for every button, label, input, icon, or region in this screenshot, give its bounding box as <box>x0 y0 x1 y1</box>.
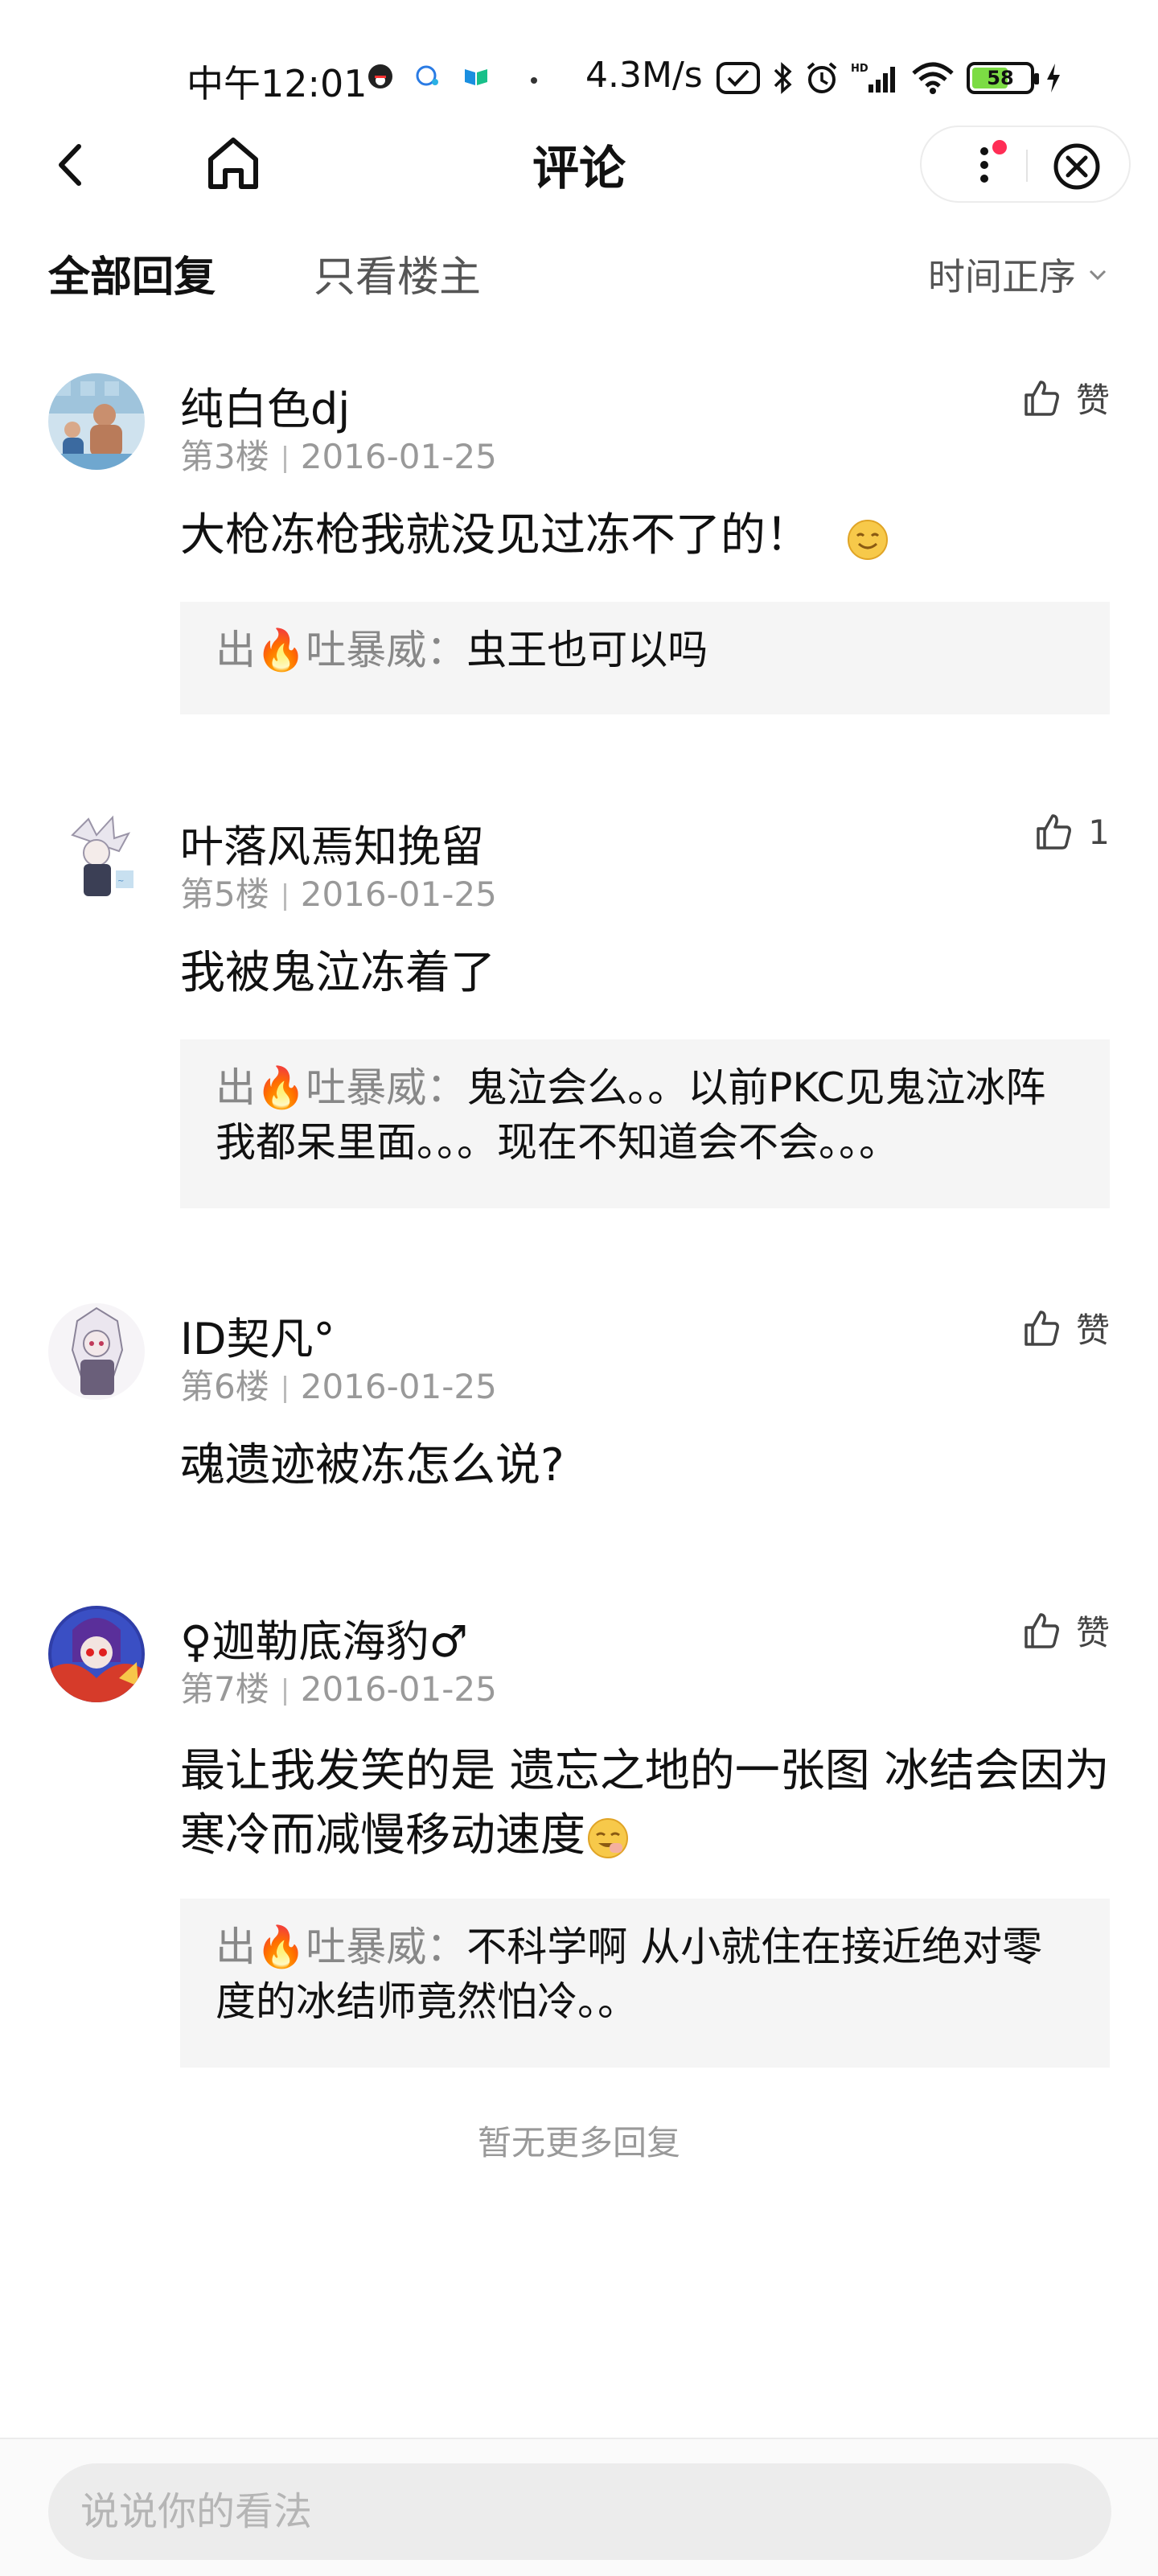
wifi-icon <box>910 60 955 96</box>
capsule-divider <box>1026 150 1028 182</box>
alarm-icon <box>804 60 840 96</box>
comment-meta: 第7楼 2016-01-25 <box>180 1662 497 1711</box>
avatar[interactable] <box>48 373 145 470</box>
like-button[interactable]: 赞 <box>1020 373 1110 422</box>
laugh-emoji-icon <box>588 1817 628 1858</box>
chat-notif-icon <box>414 64 438 88</box>
notification-dot-icon <box>531 77 537 84</box>
comment-text: 魂遗迹被冻怎么说? <box>180 1439 565 1492</box>
sort-label: 时间正序 <box>928 255 1076 298</box>
home-icon[interactable] <box>201 130 265 195</box>
app-notif-icon <box>462 64 487 88</box>
username[interactable]: 纯白色dj <box>180 373 350 437</box>
reply-author[interactable]: 出🔥吐暴威： <box>216 1064 466 1111</box>
status-time: 中午12:01 <box>187 62 368 105</box>
network-speed: 4.3M/s <box>585 55 703 96</box>
comment-text: 我被鬼泣冻着了 <box>180 947 495 999</box>
comment-item: ~ 叶落风焉知挽留 第5楼 2016-01-25 1 我被鬼泣冻着了 出🔥吐暴威：… <box>0 811 1158 1213</box>
comment-content: 最让我发笑的是 遗忘之地的一张图 冰结会因为寒冷而减慢移动速度 <box>180 1739 1110 1868</box>
thumbs-up-icon <box>1025 1310 1059 1346</box>
status-bar: 中午12:01 4.3M/s HD 58 <box>0 0 1158 121</box>
thumbs-up-icon <box>1025 380 1059 416</box>
sub-reply[interactable]: 出🔥吐暴威：鬼泣会么。。以前PKC见鬼泣冰阵我都呆里面。。。现在不知道会不会。。… <box>180 1039 1110 1208</box>
bluetooth-icon <box>772 60 793 96</box>
reply-author[interactable]: 出🔥吐暴威： <box>216 627 466 673</box>
close-circle-icon[interactable] <box>1050 140 1103 193</box>
like-button[interactable]: 赞 <box>1020 1606 1110 1655</box>
comment-content: 魂遗迹被冻怎么说? <box>180 1434 1110 1498</box>
avatar[interactable]: ~ <box>48 811 145 907</box>
comment-item: ID契凡° 第6楼 2016-01-25 赞 魂遗迹被冻怎么说? <box>0 1303 1158 1512</box>
tab-op-only[interactable]: 只看楼主 <box>314 243 481 303</box>
tab-all-replies[interactable]: 全部回复 <box>48 243 216 303</box>
nfc-icon <box>716 60 761 96</box>
sort-dropdown[interactable]: 时间正序 <box>928 248 1110 301</box>
floor-number: 第6楼 <box>180 1367 269 1406</box>
mini-program-capsule <box>920 126 1131 203</box>
comment-meta: 第3楼 2016-01-25 <box>180 430 497 479</box>
comment-content: 大枪冻枪我就没见过冻不了的！ <box>180 504 1110 568</box>
like-label: 赞 <box>1075 1613 1110 1652</box>
avatar[interactable] <box>48 1303 145 1400</box>
more-options-icon[interactable] <box>963 138 1012 191</box>
comment-date: 2016-01-25 <box>300 874 497 914</box>
charging-icon <box>1045 60 1062 96</box>
comment-item: 纯白色dj 第3楼 2016-01-25 赞 大枪冻枪我就没见过冻不了的！ 出🔥吐… <box>0 373 1158 719</box>
status-icons: HD 58 <box>716 58 1062 98</box>
thumbs-up-icon <box>1037 814 1072 850</box>
no-more-replies: 暂无更多回复 <box>477 2123 680 2162</box>
comment-meta: 第6楼 2016-01-25 <box>180 1360 497 1409</box>
sub-reply[interactable]: 出🔥吐暴威：虫王也可以吗 <box>180 602 1110 714</box>
floor-number: 第3楼 <box>180 437 269 476</box>
reply-author[interactable]: 出🔥吐暴威： <box>216 1924 466 1970</box>
thumbs-up-icon <box>1025 1612 1059 1648</box>
username[interactable]: 叶落风焉知挽留 <box>180 811 484 874</box>
comment-date: 2016-01-25 <box>300 1367 497 1406</box>
hd-signal-icon: HD <box>851 60 899 96</box>
svg-text:HD: HD <box>851 63 868 75</box>
comment-content: 我被鬼泣冻着了 <box>180 941 1110 1006</box>
smile-emoji-icon <box>847 519 888 560</box>
avatar[interactable] <box>48 1606 145 1702</box>
comment-item: ♀迦勒底海豹♂ 第7楼 2016-01-25 赞 最让我发笑的是 遗忘之地的一张图… <box>0 1606 1158 2088</box>
back-arrow-icon[interactable] <box>47 137 103 193</box>
nav-bar: 评论 <box>0 121 1158 209</box>
like-label: 赞 <box>1075 1311 1110 1350</box>
chevron-down-icon <box>1089 270 1107 281</box>
like-button[interactable]: 1 <box>1032 811 1110 853</box>
reply-text: 虫王也可以吗 <box>466 627 708 673</box>
battery-icon: 58 <box>967 62 1039 94</box>
username[interactable]: ID契凡° <box>180 1303 335 1367</box>
comment-text: 最让我发笑的是 遗忘之地的一张图 冰结会因为寒冷而减慢移动速度 <box>180 1745 1110 1862</box>
like-button[interactable]: 赞 <box>1020 1303 1110 1352</box>
like-count: 1 <box>1088 812 1110 852</box>
red-dot-badge <box>992 140 1007 154</box>
comment-text: 大枪冻枪我就没见过冻不了的！ <box>180 509 811 562</box>
comment-meta: 第5楼 2016-01-25 <box>180 867 497 916</box>
comment-input[interactable] <box>48 2463 1111 2560</box>
qq-icon <box>368 64 392 88</box>
comment-date: 2016-01-25 <box>300 1669 497 1709</box>
sub-reply[interactable]: 出🔥吐暴威：不科学啊 从小就住在接近绝对零度的冰结师竟然怕冷。。 <box>180 1899 1110 2068</box>
comment-input-bar <box>0 2438 1158 2576</box>
svg-text:~: ~ <box>117 877 124 886</box>
username[interactable]: ♀迦勒底海豹♂ <box>180 1606 468 1669</box>
like-label: 赞 <box>1075 381 1110 420</box>
filter-tabs: 全部回复 只看楼主 时间正序 <box>0 233 1158 314</box>
floor-number: 第7楼 <box>180 1669 269 1709</box>
floor-number: 第5楼 <box>180 874 269 914</box>
comment-date: 2016-01-25 <box>300 437 497 476</box>
battery-level: 58 <box>987 67 1014 89</box>
